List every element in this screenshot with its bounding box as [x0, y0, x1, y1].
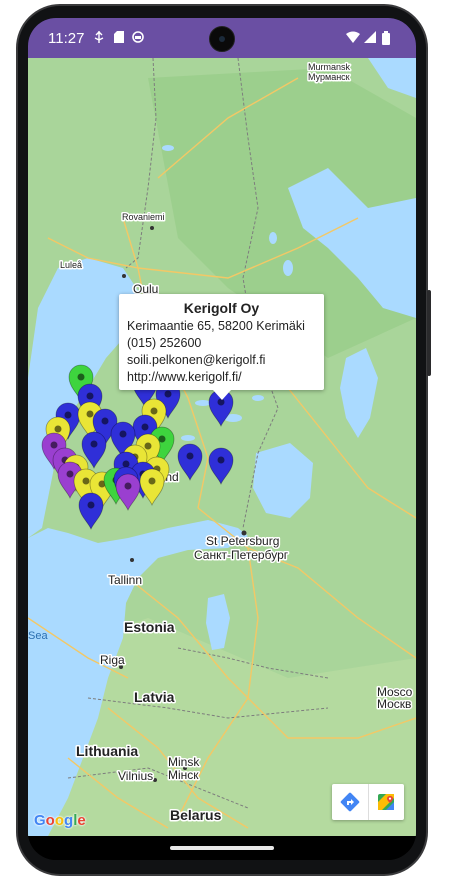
cellular-signal-icon — [364, 31, 376, 46]
navigation-bar — [28, 836, 416, 860]
info-window-phone: (015) 252600 — [127, 336, 202, 350]
label-lithuania: Lithuania — [76, 743, 138, 759]
info-window[interactable]: Kerigolf Oy Kerimaantie 65, 58200 Kerimä… — [119, 294, 324, 390]
directions-button[interactable] — [332, 784, 368, 820]
label-minsk: Minsk — [168, 755, 200, 769]
sd-card-icon — [114, 31, 124, 46]
open-in-maps-button[interactable] — [367, 784, 405, 820]
map-canvas[interactable]: Murmansk Мурманск Rovaniemi Luleå Oulu l… — [28, 57, 416, 836]
google-logo-letter: g — [64, 812, 74, 829]
label-moscow-ru: Москв — [377, 697, 411, 711]
google-logo: Google — [34, 812, 86, 829]
wifi-icon — [346, 31, 360, 46]
label-murmansk: Murmansk — [308, 62, 351, 72]
google-logo-letter: o — [54, 812, 65, 829]
info-window-website: http://www.kerigolf.fi/ — [127, 370, 242, 384]
home-indicator[interactable] — [170, 846, 274, 850]
info-window-title: Kerigolf Oy — [183, 300, 260, 316]
label-tallinn: Tallinn — [108, 573, 142, 587]
google-maps-icon — [378, 794, 395, 810]
label-murmansk-ru: Мурманск — [308, 72, 350, 82]
map-view[interactable]: Murmansk Мурманск Rovaniemi Luleå Oulu l… — [28, 57, 416, 836]
app-notification-icon — [132, 31, 144, 46]
info-window-pointer — [213, 390, 231, 400]
label-sea: Sea — [28, 630, 48, 642]
phone-screen: Murmansk Мурманск Rovaniemi Luleå Oulu l… — [28, 18, 416, 860]
label-lulea: Luleå — [60, 260, 82, 270]
status-bar: 11:27 — [28, 18, 416, 58]
label-estonia: Estonia — [124, 619, 175, 635]
label-st-petersburg: St Petersburg — [206, 534, 279, 548]
status-time: 11:27 — [48, 30, 85, 47]
battery-icon — [382, 31, 390, 48]
power-button — [427, 290, 431, 376]
info-window-email: soili.pelkonen@kerigolf.fi — [127, 353, 266, 367]
label-belarus: Belarus — [170, 807, 222, 823]
directions-icon — [340, 792, 360, 812]
label-latvia: Latvia — [134, 689, 175, 705]
map-toolbar — [332, 784, 404, 820]
google-logo-letter: e — [77, 812, 86, 829]
google-logo-letter: G — [34, 812, 46, 829]
label-vilnius: Vilnius — [118, 769, 153, 783]
google-logo-letter: o — [45, 812, 55, 829]
label-st-petersburg-ru: Санкт-Петербург — [194, 548, 289, 562]
label-riga: Riga — [100, 653, 125, 667]
label-minsk-ru: Мінск — [168, 768, 199, 782]
info-window-address: Kerimaantie 65, 58200 Kerimäki — [127, 319, 305, 333]
label-rovaniemi: Rovaniemi — [122, 212, 165, 222]
front-camera — [209, 26, 235, 52]
usb-debug-icon — [94, 31, 104, 46]
